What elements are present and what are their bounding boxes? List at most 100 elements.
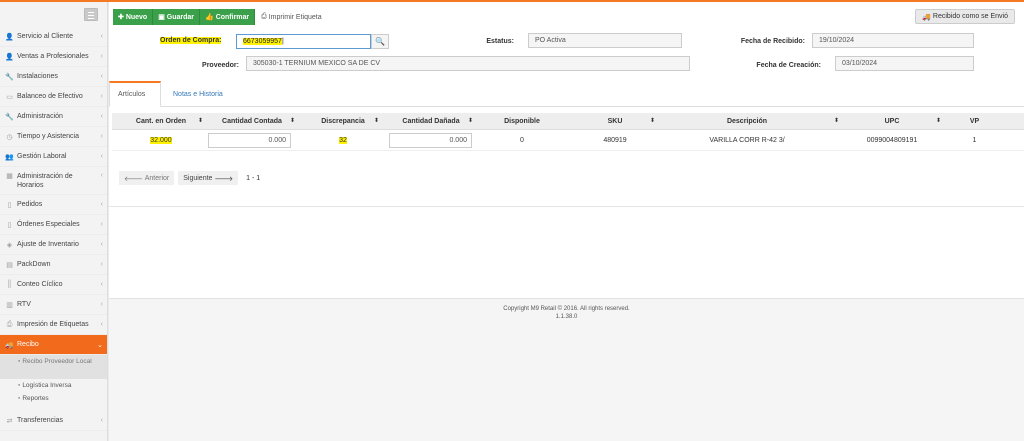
sidebar-item-ajuste-inventario[interactable]: ◈ Ajuste de Inventario ‹ xyxy=(0,235,107,255)
fecha-creacion-label: Fecha de Creación: xyxy=(756,62,821,69)
sidebar-item-label: Instalaciones xyxy=(17,73,58,80)
guardar-button[interactable]: ▣ Guardar xyxy=(153,9,201,25)
cell-discrepancia: 32 xyxy=(339,137,347,144)
sidebar-item-label: Impresión de Etiquetas xyxy=(17,321,89,328)
divider xyxy=(109,206,1024,207)
barcode-icon: ║ xyxy=(7,281,12,288)
sidebar-item-rtv[interactable]: ▥ RTV ‹ xyxy=(0,295,107,315)
sidebar-item-ordenes-especiales[interactable]: ▯ Órdenes Especiales ‹ xyxy=(0,215,107,235)
col-cant-danada[interactable]: Cantidad Dañada xyxy=(390,113,472,130)
sidebar-subitem-recibo-proveedor-local[interactable]: ▪ Recibo Proveedor Local xyxy=(0,355,107,379)
chevron-left-icon: ‹ xyxy=(100,153,103,160)
users-icon: 👥 xyxy=(5,153,14,161)
grid-header: Cant. en Orden ⬍ Cantidad Contada ⬍ Disc… xyxy=(112,113,1024,130)
cell-sku: 480919 xyxy=(603,137,627,144)
fecha-recibido-label: Fecha de Recibido: xyxy=(740,38,805,45)
sidebar-item-conteo-ciclico[interactable]: ║ Conteo Cíclico ‹ xyxy=(0,275,107,295)
sidebar-item-impresion-etiquetas[interactable]: ⎙ Impresión de Etiquetas ‹ xyxy=(0,315,107,335)
arrow-left-icon: 🡐 xyxy=(124,175,145,183)
nuevo-button[interactable]: ✚ Nuevo xyxy=(113,9,154,25)
col-cant-contada[interactable]: Cantidad Contada xyxy=(212,113,292,130)
hamburger-menu-icon[interactable] xyxy=(84,8,98,21)
user-icon: 👤 xyxy=(5,33,14,41)
sidebar-item-label: Transferencias xyxy=(17,417,64,424)
sidebar-item-tiempo[interactable]: ◷ Tiempo y Asistencia ‹ xyxy=(0,127,107,147)
sort-icon[interactable]: ⬍ xyxy=(198,117,203,124)
col-discrepancia[interactable]: Discrepancia xyxy=(308,113,378,130)
sidebar-item-label: Balanceo de Efectivo xyxy=(17,93,83,100)
sidebar-item-label: Ventas a Profesionales xyxy=(17,53,89,60)
sort-icon[interactable]: ⬍ xyxy=(650,117,655,124)
sort-icon[interactable]: ⬍ xyxy=(834,117,839,124)
col-vp[interactable]: VP xyxy=(942,113,1007,130)
arrow-right-icon: 🡒 xyxy=(212,175,234,183)
wrench-icon: 🔧 xyxy=(5,113,14,121)
orden-de-compra-input[interactable]: 6673059957 | xyxy=(236,34,371,49)
print-icon: ⎙ xyxy=(261,13,269,20)
sidebar-item-label: PackDown xyxy=(17,261,51,268)
sidebar-item-recibo[interactable]: 🚚 Recibo ⌄ xyxy=(0,335,107,355)
search-button[interactable]: 🔍 xyxy=(371,34,389,49)
sidebar-item-horarios[interactable]: ▦ Administración de Horarios ‹ xyxy=(0,167,107,195)
sidebar-item-instalaciones[interactable]: 🔧 Instalaciones ‹ xyxy=(0,67,107,87)
col-cant-orden[interactable]: Cant. en Orden xyxy=(112,113,210,130)
chevron-left-icon: ‹ xyxy=(100,93,103,100)
sidebar-item-balanceo[interactable]: ▭ Balanceo de Efectivo ‹ xyxy=(0,87,107,107)
table-row: 32.000 0.000 32 0.000 0 480919 VARILLA C… xyxy=(112,130,1024,151)
toolbar: ✚ Nuevo ▣ Guardar 👍 Confirmar ⎙ Imprimir… xyxy=(113,9,328,25)
sidebar-item-label: Gestión Laboral xyxy=(17,153,67,160)
pagination: 🡐 Anterior Siguiente 🡒 1 - 1 xyxy=(119,171,260,185)
sidebar-item-label: Conteo Cíclico xyxy=(17,281,63,288)
cantidad-contada-input[interactable]: 0.000 xyxy=(208,133,291,148)
sidebar-item-administracion[interactable]: 🔧 Administración ‹ xyxy=(0,107,107,127)
col-disponible[interactable]: Disponible xyxy=(487,113,557,130)
chevron-left-icon: ‹ xyxy=(100,201,103,208)
sidebar-item-ventas[interactable]: 👤 Ventas a Profesionales ‹ xyxy=(0,47,107,67)
tab-articulos[interactable]: Artículos xyxy=(109,81,161,107)
estatus-label: Estatus: xyxy=(486,38,514,45)
col-upc[interactable]: UPC xyxy=(847,113,937,130)
truck-icon: ▪ xyxy=(18,358,21,365)
anterior-button[interactable]: 🡐 Anterior xyxy=(119,171,175,185)
col-descripcion[interactable]: Descripción xyxy=(672,113,822,130)
sidebar: 👤 Servicio al Cliente ‹ 👤 Ventas a Profesio… xyxy=(0,2,108,441)
sidebar-item-label: Órdenes Especiales xyxy=(17,221,80,228)
recibido-como-se-envio-button[interactable]: 🚚 Recibido como se Envió xyxy=(915,9,1015,24)
sort-icon[interactable]: ⬍ xyxy=(290,117,295,124)
sidebar-item-pedidos[interactable]: ▯ Pedidos ‹ xyxy=(0,195,107,215)
sidebar-item-gestion-laboral[interactable]: 👥 Gestión Laboral ‹ xyxy=(0,147,107,167)
sidebar-item-label: Ajuste de Inventario xyxy=(17,241,79,248)
sort-icon[interactable]: ⬍ xyxy=(936,117,941,124)
print-icon: ⎙ xyxy=(6,320,13,328)
confirmar-button[interactable]: 👍 Confirmar xyxy=(200,9,256,25)
sidebar-item-label: Servicio al Cliente xyxy=(17,33,74,40)
cantidad-danada-input[interactable]: 0.000 xyxy=(389,133,472,148)
chevron-left-icon: ‹ xyxy=(100,417,103,424)
sidebar-item-label: Pedidos xyxy=(17,201,43,208)
chevron-left-icon: ‹ xyxy=(100,261,103,268)
text-cursor: | xyxy=(281,38,284,45)
sidebar-item-transferencias[interactable]: ⇄ Transferencias ‹ xyxy=(0,411,107,431)
fecha-creacion-field: 03/10/2024 xyxy=(835,56,974,71)
sidebar-item-servicio-cliente[interactable]: 👤 Servicio al Cliente ‹ xyxy=(0,27,107,47)
sidebar-subitem-reportes[interactable]: ▪ Reportes xyxy=(0,392,107,405)
document-icon: ▯ xyxy=(7,221,12,229)
page-info: 1 - 1 xyxy=(246,174,261,182)
version-text: 1.1.38.0 xyxy=(555,314,578,320)
sidebar-item-label: RTV xyxy=(17,301,31,308)
siguiente-button[interactable]: Siguiente 🡒 xyxy=(178,171,239,185)
cell-cant-orden: 32.000 xyxy=(150,137,172,144)
sidebar-subitem-logistica-inversa[interactable]: ▪ Logística Inversa xyxy=(0,379,107,392)
items-grid: Cant. en Orden ⬍ Cantidad Contada ⬍ Disc… xyxy=(112,113,1024,151)
orden-de-compra-label: Orden de Compra: xyxy=(160,37,222,44)
chevron-left-icon: ‹ xyxy=(100,281,103,288)
sort-icon[interactable]: ⬍ xyxy=(374,117,379,124)
truck-icon: 🚚 xyxy=(922,13,933,21)
tab-notas-historia[interactable]: Notas e Historia xyxy=(165,81,231,107)
chevron-left-icon: ‹ xyxy=(100,53,103,60)
sort-icon[interactable]: ⬍ xyxy=(468,117,473,124)
confirmar-label: Confirmar xyxy=(215,13,250,21)
col-sku[interactable]: SKU xyxy=(580,113,650,130)
sidebar-item-packdown[interactable]: ▤ PackDown ‹ xyxy=(0,255,107,275)
imprimir-etiqueta-button[interactable]: ⎙ Imprimir Etiqueta xyxy=(255,9,327,25)
